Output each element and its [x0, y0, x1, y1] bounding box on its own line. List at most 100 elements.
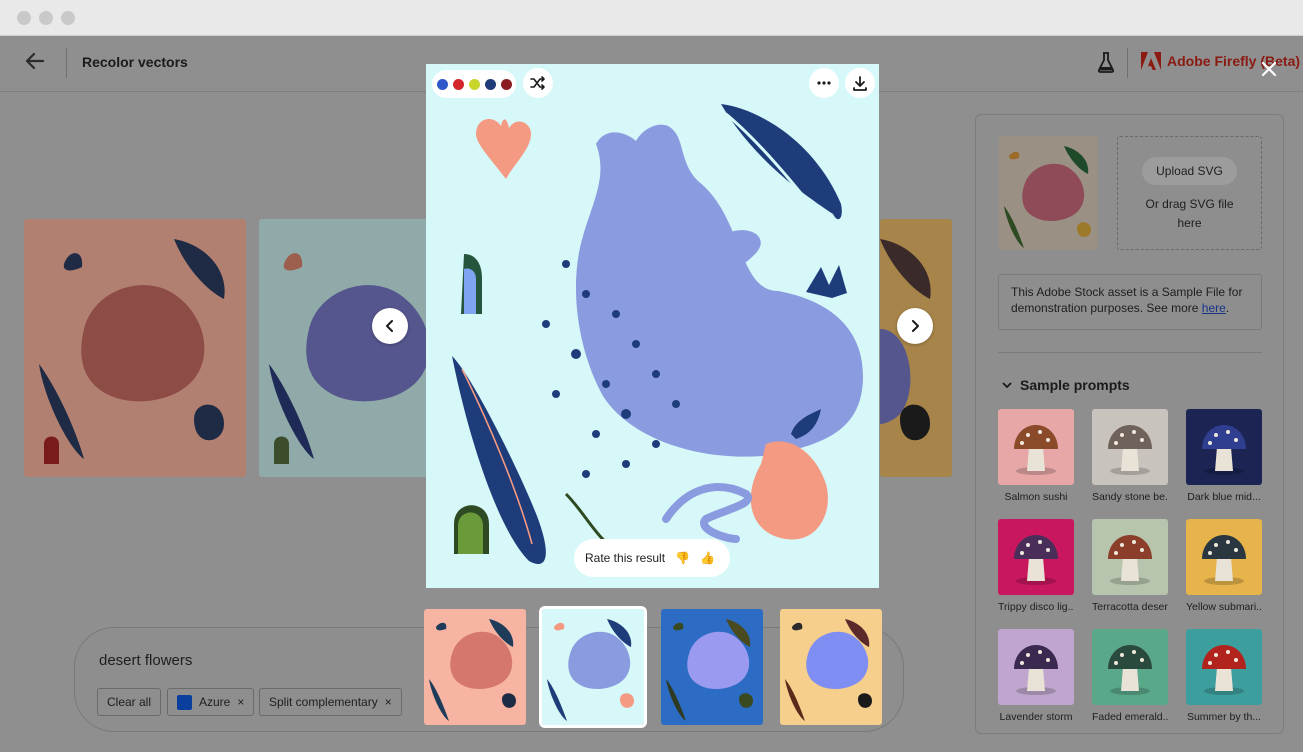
- sample-prompt-label: Terracotta desert: [1092, 601, 1168, 613]
- sample-prompt-thumbnail: [998, 409, 1074, 485]
- arrow-left-icon: [25, 52, 45, 70]
- color-palette-pill[interactable]: [432, 70, 516, 98]
- panel-divider: [998, 352, 1262, 353]
- sample-prompt-label: Yellow submari...: [1186, 601, 1262, 613]
- right-panel: Upload SVG Or drag SVG file here This Ad…: [975, 114, 1284, 734]
- sample-prompt-thumbnail: [998, 629, 1074, 705]
- clear-all-label: Clear all: [107, 695, 152, 709]
- background-result-card-2[interactable]: [259, 219, 429, 477]
- cat-illustration: [880, 219, 952, 477]
- mushroom-illustration: [1186, 519, 1262, 595]
- cat-illustration: [780, 609, 882, 725]
- next-result-button[interactable]: [897, 308, 933, 344]
- sample-prompt-thumbnail: [1186, 409, 1262, 485]
- variant-thumbnail-3[interactable]: [661, 609, 763, 725]
- clear-all-button[interactable]: Clear all: [97, 688, 162, 716]
- cat-illustration: [259, 219, 429, 477]
- drag-svg-hint: Or drag SVG file here: [1145, 197, 1234, 230]
- sample-prompts-header[interactable]: Sample prompts: [1002, 377, 1130, 393]
- sample-prompt-thumbnail: [1092, 409, 1168, 485]
- sample-prompt-label: Lavender storm: [999, 711, 1073, 723]
- sample-prompt-item[interactable]: Lavender storm: [998, 629, 1074, 723]
- harmony-chip-label: Split complementary: [269, 695, 378, 709]
- harmony-chip-split-complementary[interactable]: Split complementary ×: [259, 688, 402, 716]
- chevron-left-icon: [386, 320, 393, 332]
- sample-prompt-item[interactable]: Yellow submari...: [1186, 519, 1262, 613]
- remove-azure-icon[interactable]: ×: [237, 695, 244, 709]
- header-divider-2: [1127, 48, 1128, 78]
- sample-prompt-item[interactable]: Terracotta desert: [1092, 519, 1168, 613]
- cat-illustration: [24, 219, 246, 477]
- sample-prompt-thumbnail: [1186, 629, 1262, 705]
- sample-prompt-label: Sandy stone be...: [1092, 491, 1168, 503]
- close-modal-button[interactable]: [1258, 59, 1280, 81]
- sample-prompt-label: Dark blue mid...: [1187, 491, 1261, 503]
- mushroom-illustration: [1092, 629, 1168, 705]
- chevron-right-icon: [912, 320, 919, 332]
- header-divider: [66, 48, 67, 78]
- shuffle-colors-button[interactable]: [523, 68, 553, 98]
- close-icon: [1261, 61, 1277, 77]
- thumbs-down-icon[interactable]: 👎: [675, 551, 690, 565]
- palette-color-dot: [500, 78, 512, 90]
- sample-prompt-item[interactable]: Summer by th...: [1186, 629, 1262, 723]
- palette-color-dot: [468, 78, 480, 90]
- sample-prompt-item[interactable]: Sandy stone be...: [1092, 409, 1168, 503]
- sample-prompt-item[interactable]: Faded emerald...: [1092, 629, 1168, 723]
- variant-thumbnail-2[interactable]: [539, 606, 647, 728]
- window-titlebar: [0, 0, 1303, 36]
- shuffle-icon: [530, 76, 545, 90]
- variant-thumbnail-4[interactable]: [780, 609, 882, 725]
- thumbs-up-icon[interactable]: 👍: [700, 551, 715, 565]
- window-zoom-button[interactable]: [61, 11, 75, 25]
- window-minimize-button[interactable]: [39, 11, 53, 25]
- flask-icon: [1097, 52, 1115, 73]
- sample-prompt-label: Summer by th...: [1186, 711, 1262, 723]
- mushroom-illustration: [1186, 409, 1262, 485]
- chevron-down-icon: [1002, 382, 1012, 389]
- cat-illustration: [661, 609, 763, 725]
- azure-chip-label: Azure: [199, 695, 231, 709]
- mushroom-illustration: [998, 409, 1074, 485]
- rate-result-label: Rate this result: [585, 551, 666, 565]
- cat-illustration: [424, 609, 526, 725]
- mushroom-illustration: [1092, 409, 1168, 485]
- sample-prompt-item[interactable]: Dark blue mid...: [1186, 409, 1262, 503]
- background-result-card-1[interactable]: [24, 219, 246, 477]
- palette-color-dot: [436, 78, 448, 90]
- more-icon: [817, 81, 831, 85]
- sample-prompt-label: Trippy disco lig...: [998, 601, 1074, 613]
- prompt-input[interactable]: desert flowers: [99, 652, 192, 669]
- download-button[interactable]: [845, 68, 875, 98]
- back-button[interactable]: [24, 50, 50, 76]
- svg-dropzone[interactable]: Upload SVG Or drag SVG file here: [1117, 136, 1262, 250]
- notice-here-link[interactable]: here: [1202, 301, 1226, 315]
- brand-label: Adobe Firefly (Beta): [1167, 53, 1301, 69]
- more-options-button[interactable]: [809, 68, 839, 98]
- recolored-vector-preview: Rate this result 👎 👍: [426, 64, 879, 588]
- cat-illustration: [999, 136, 1098, 250]
- palette-color-dot: [452, 78, 464, 90]
- remove-harmony-icon[interactable]: ×: [385, 695, 392, 709]
- palette-color-dot: [484, 78, 496, 90]
- sample-file-notice: This Adobe Stock asset is a Sample File …: [998, 274, 1262, 330]
- window-close-button[interactable]: [17, 11, 31, 25]
- previous-result-button[interactable]: [372, 308, 408, 344]
- cat-illustration: [542, 609, 644, 725]
- mushroom-illustration: [998, 519, 1074, 595]
- mushroom-illustration: [998, 629, 1074, 705]
- variant-thumbnail-1[interactable]: [424, 609, 526, 725]
- download-icon: [853, 75, 867, 91]
- background-result-card-3[interactable]: [880, 219, 952, 477]
- sample-prompts-title: Sample prompts: [1020, 377, 1130, 393]
- source-vector-thumbnail[interactable]: [999, 136, 1098, 250]
- mushroom-illustration: [1186, 629, 1262, 705]
- upload-svg-button[interactable]: Upload SVG: [1142, 157, 1237, 185]
- color-chip-azure[interactable]: Azure ×: [167, 688, 255, 716]
- labs-button[interactable]: [1097, 51, 1115, 73]
- sample-prompt-label: Salmon sushi: [1004, 491, 1068, 503]
- notice-period: .: [1225, 301, 1230, 315]
- page-title: Recolor vectors: [82, 54, 188, 70]
- sample-prompt-item[interactable]: Salmon sushi: [998, 409, 1074, 503]
- sample-prompt-item[interactable]: Trippy disco lig...: [998, 519, 1074, 613]
